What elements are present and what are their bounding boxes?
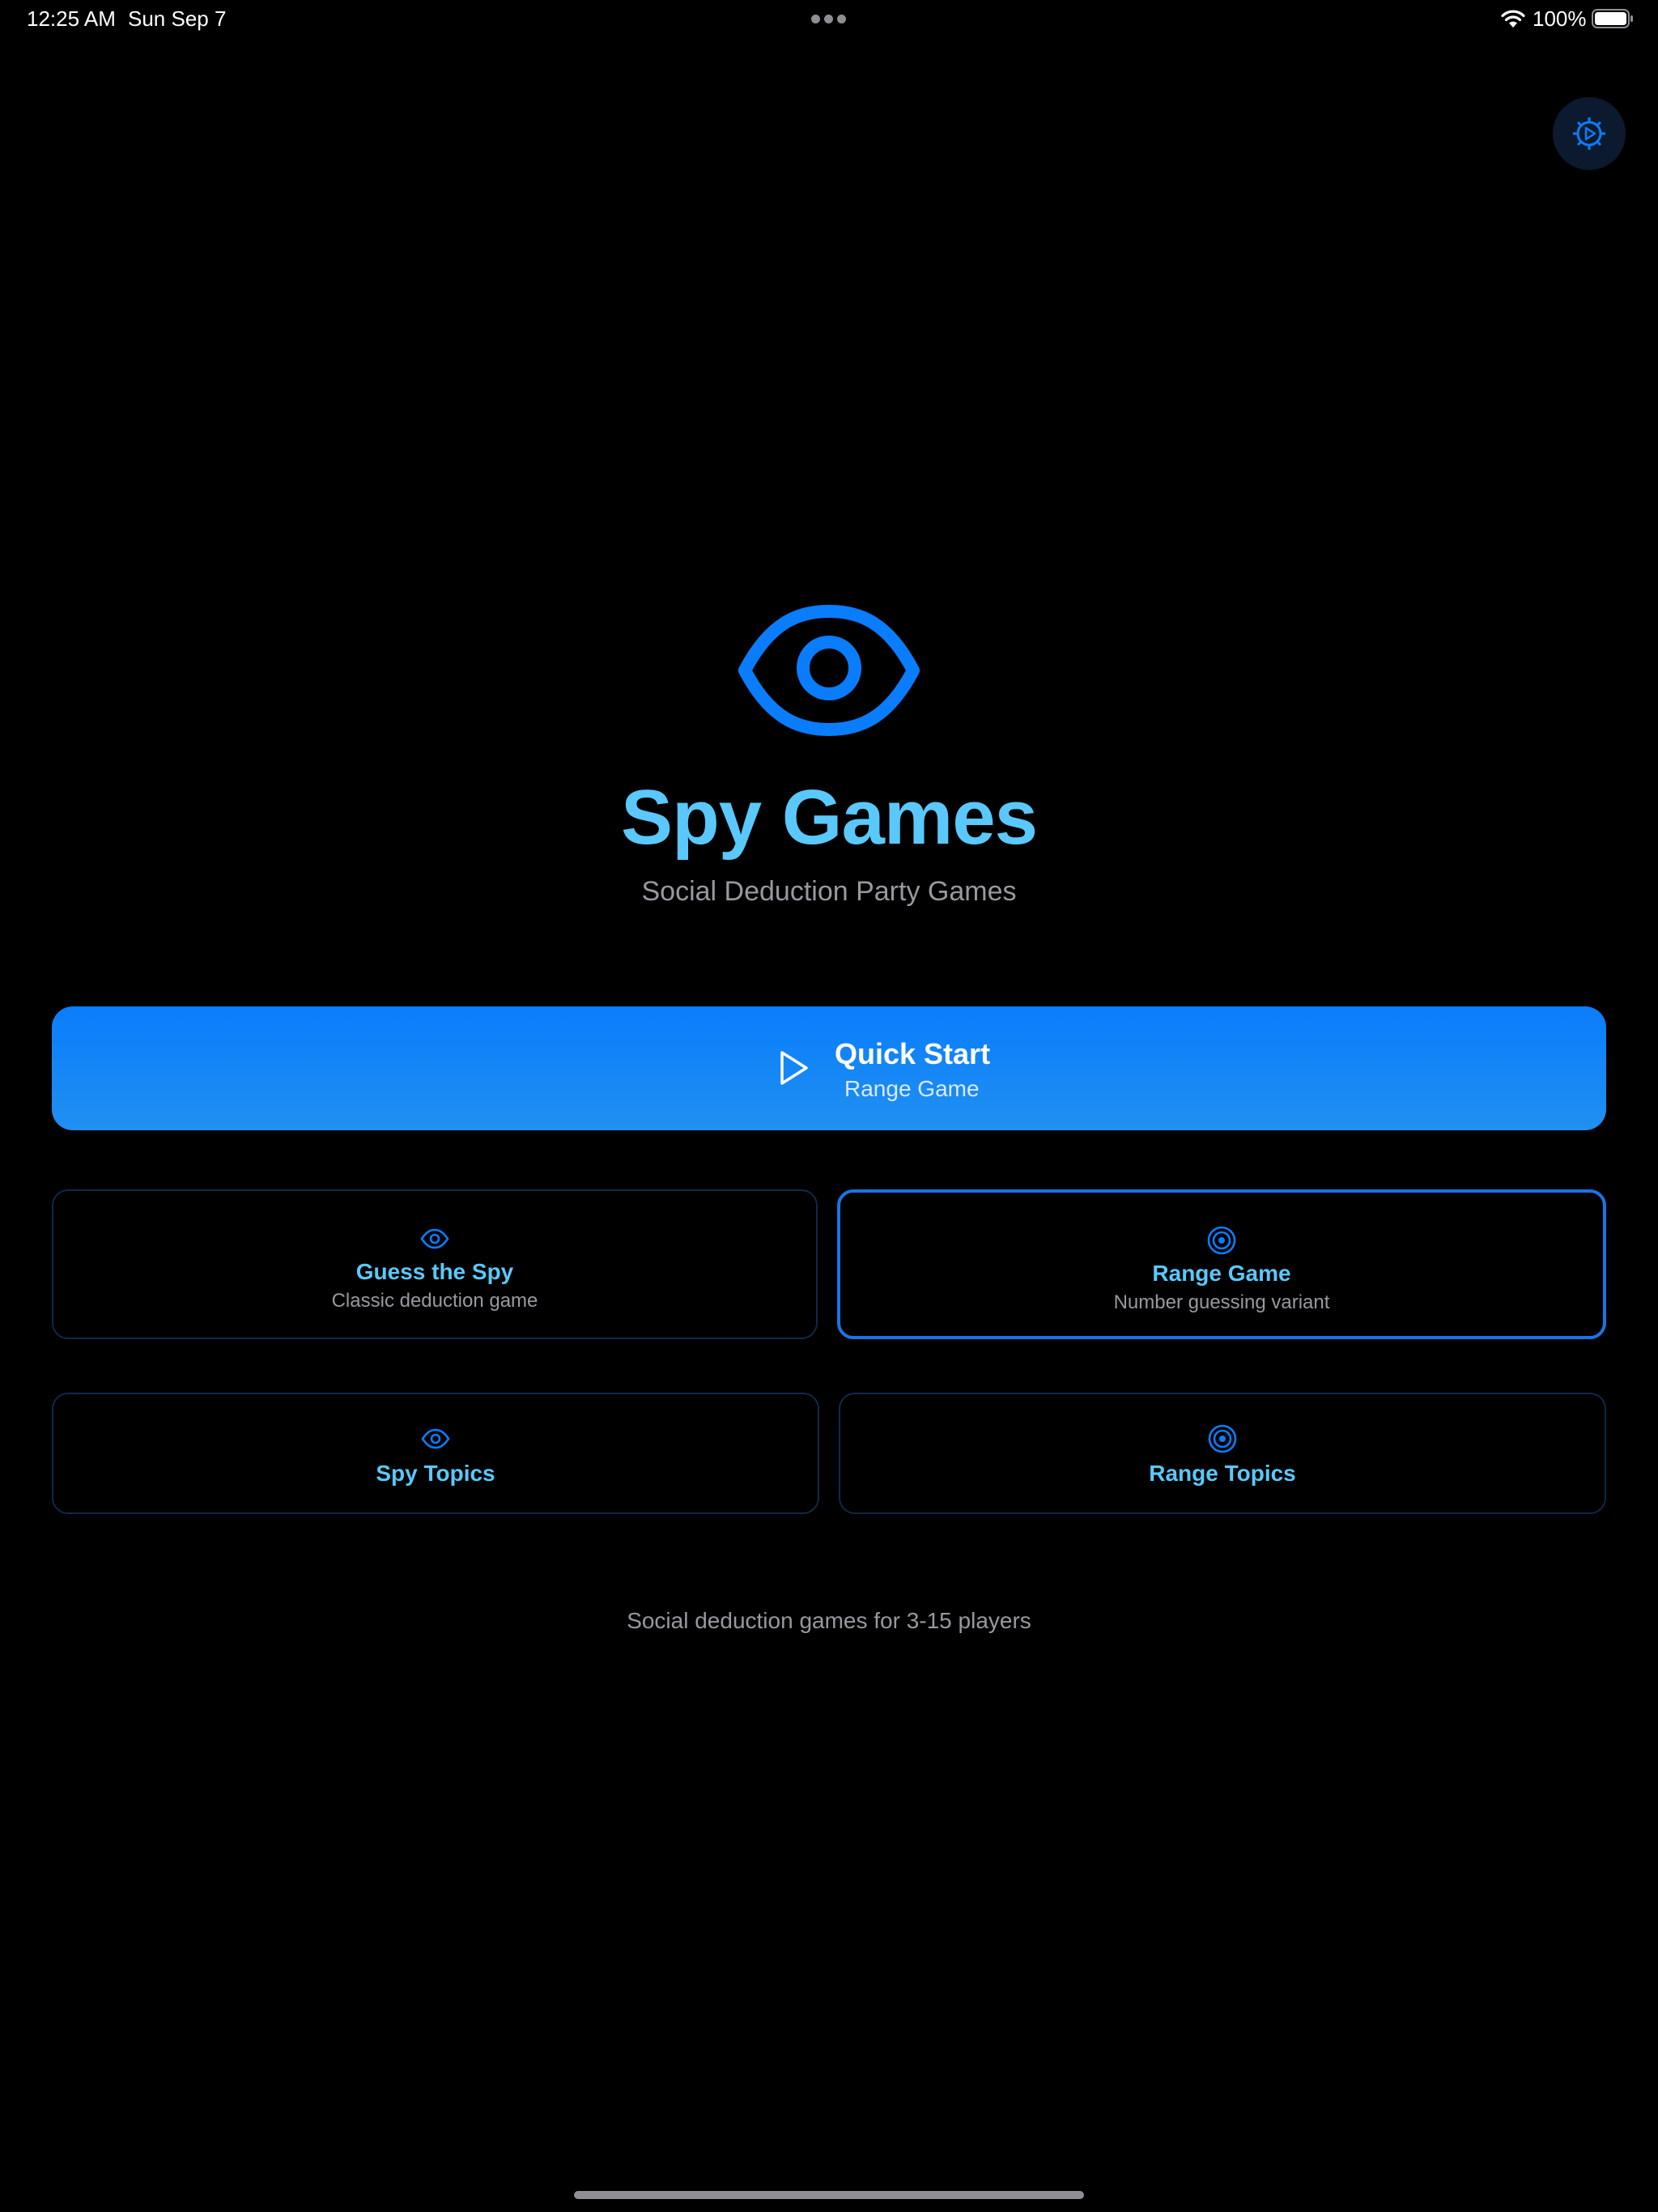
status-time: 12:25 AM <box>27 6 116 31</box>
footer-note: Social deduction games for 3-15 players <box>627 1608 1031 1633</box>
home-screen: 12:25 AM Sun Sep 7 100% Spy Games Social… <box>0 0 1658 2212</box>
battery-full-icon <box>1592 9 1633 28</box>
status-date: Sun Sep 7 <box>128 6 227 31</box>
card-subtitle: Number guessing variant <box>1113 1291 1330 1313</box>
app-title: Spy Games <box>621 774 1038 861</box>
play-icon <box>780 1051 808 1085</box>
quick-start-subtitle: Range Game <box>844 1076 980 1101</box>
mode-card-guess-the-spy[interactable]: Guess the Spy Classic deduction game <box>52 1189 818 1339</box>
target-icon <box>1208 1424 1237 1453</box>
eye-icon <box>421 1428 450 1449</box>
card-subtitle: Classic deduction game <box>331 1290 538 1312</box>
home-indicator[interactable] <box>574 2191 1084 2199</box>
card-title: Range Topics <box>1149 1461 1296 1486</box>
multitasking-dots-icon[interactable] <box>811 15 847 24</box>
battery-percentage: 100% <box>1533 6 1587 31</box>
mode-card-range-game[interactable]: Range Game Number guessing variant <box>837 1189 1606 1339</box>
app-subtitle: Social Deduction Party Games <box>641 876 1017 907</box>
card-title: Guess the Spy <box>355 1259 514 1284</box>
card-title: Range Game <box>1152 1261 1291 1286</box>
card-title: Spy Topics <box>376 1461 495 1486</box>
eye-icon <box>420 1228 449 1249</box>
status-bar: 12:25 AM Sun Sep 7 100% <box>0 0 1658 39</box>
quick-start-button[interactable]: Quick Start Range Game <box>52 1006 1606 1130</box>
settings-button[interactable] <box>1553 97 1626 170</box>
target-icon <box>1207 1226 1236 1255</box>
topics-card-spy-topics[interactable]: Spy Topics <box>52 1393 819 1514</box>
quick-start-title: Quick Start <box>835 1037 991 1070</box>
eye-icon <box>738 605 920 736</box>
topics-card-range-topics[interactable]: Range Topics <box>839 1393 1606 1514</box>
wifi-icon <box>1501 10 1525 28</box>
gear-icon <box>1573 117 1605 150</box>
